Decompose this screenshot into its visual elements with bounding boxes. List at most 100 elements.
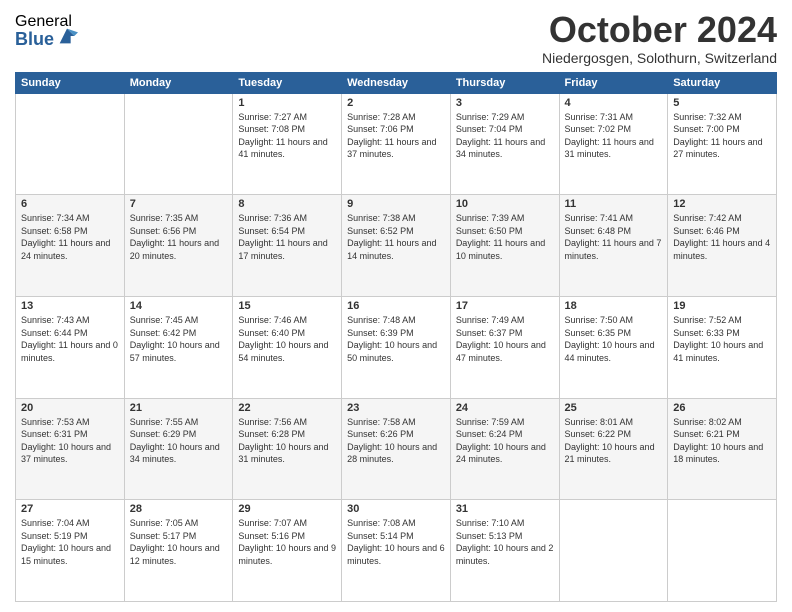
day-info: Sunrise: 7:38 AM Sunset: 6:52 PM Dayligh… [347, 212, 445, 262]
day-info: Sunrise: 7:39 AM Sunset: 6:50 PM Dayligh… [456, 212, 554, 262]
calendar-cell: 28Sunrise: 7:05 AM Sunset: 5:17 PM Dayli… [124, 500, 233, 602]
weekday-header: Tuesday [233, 72, 342, 93]
day-number: 2 [347, 97, 445, 109]
day-info: Sunrise: 7:08 AM Sunset: 5:14 PM Dayligh… [347, 517, 445, 567]
calendar-cell: 5Sunrise: 7:32 AM Sunset: 7:00 PM Daylig… [668, 93, 777, 195]
day-number: 24 [456, 402, 554, 414]
day-info: Sunrise: 7:55 AM Sunset: 6:29 PM Dayligh… [130, 416, 228, 466]
day-number: 1 [238, 97, 336, 109]
calendar-cell: 19 Sunrise: 7:52 AM Sunset: 6:33 PM Dayli… [668, 296, 777, 398]
day-info: Sunrise: 7:31 AM Sunset: 7:02 PM Dayligh… [565, 111, 663, 161]
calendar-cell: 16 Sunrise: 7:48 AM Sunset: 6:39 PM Dayli… [342, 296, 451, 398]
day-info: Sunrise: 7:28 AM Sunset: 7:06 PM Dayligh… [347, 111, 445, 161]
calendar-cell: 23 Sunrise: 7:58 AM Sunset: 6:26 PM Dayli… [342, 398, 451, 500]
day-number: 14 [130, 300, 228, 312]
calendar-cell: 4 Sunrise: 7:31 AM Sunset: 7:02 PM Daylig… [559, 93, 668, 195]
day-info: Sunrise: 7:04 AM Sunset: 5:19 PM Dayligh… [21, 517, 119, 567]
calendar-cell: 31Sunrise: 7:10 AM Sunset: 5:13 PM Dayli… [450, 500, 559, 602]
day-number: 13 [21, 300, 119, 312]
calendar-cell: 20 Sunrise: 7:53 AM Sunset: 6:31 PM Dayli… [16, 398, 125, 500]
calendar-cell [668, 500, 777, 602]
calendar-cell: 18Sunrise: 7:50 AM Sunset: 6:35 PM Dayli… [559, 296, 668, 398]
day-info: Sunrise: 7:29 AM Sunset: 7:04 PM Dayligh… [456, 111, 554, 161]
logo-text: General Blue [15, 14, 78, 48]
day-number: 21 [130, 402, 228, 414]
calendar-cell: 26 Sunrise: 8:02 AM Sunset: 6:21 PM Dayli… [668, 398, 777, 500]
day-info: Sunrise: 8:01 AM Sunset: 6:22 PM Dayligh… [565, 416, 663, 466]
day-info: Sunrise: 7:58 AM Sunset: 6:26 PM Dayligh… [347, 416, 445, 466]
day-number: 3 [456, 97, 554, 109]
calendar-cell: 13 Sunrise: 7:43 AM Sunset: 6:44 PM Dayli… [16, 296, 125, 398]
calendar-header: SundayMondayTuesdayWednesdayThursdayFrid… [16, 72, 777, 93]
day-number: 6 [21, 198, 119, 210]
calendar-table: SundayMondayTuesdayWednesdayThursdayFrid… [15, 72, 777, 602]
day-info: Sunrise: 7:35 AM Sunset: 6:56 PM Dayligh… [130, 212, 228, 262]
calendar-cell: 15Sunrise: 7:46 AM Sunset: 6:40 PM Dayli… [233, 296, 342, 398]
day-info: Sunrise: 7:36 AM Sunset: 6:54 PM Dayligh… [238, 212, 336, 262]
day-number: 17 [456, 300, 554, 312]
day-number: 12 [673, 198, 771, 210]
day-number: 7 [130, 198, 228, 210]
day-number: 20 [21, 402, 119, 414]
calendar-cell: 24 Sunrise: 7:59 AM Sunset: 6:24 PM Dayli… [450, 398, 559, 500]
calendar-week-row: 6Sunrise: 7:34 AM Sunset: 6:58 PM Daylig… [16, 195, 777, 297]
calendar-week-row: 27Sunrise: 7:04 AM Sunset: 5:19 PM Dayli… [16, 500, 777, 602]
weekday-row: SundayMondayTuesdayWednesdayThursdayFrid… [16, 72, 777, 93]
day-number: 22 [238, 402, 336, 414]
day-info: Sunrise: 8:02 AM Sunset: 6:21 PM Dayligh… [673, 416, 771, 466]
calendar-cell: 27Sunrise: 7:04 AM Sunset: 5:19 PM Dayli… [16, 500, 125, 602]
calendar-week-row: 20 Sunrise: 7:53 AM Sunset: 6:31 PM Dayli… [16, 398, 777, 500]
day-number: 9 [347, 198, 445, 210]
calendar-week-row: 13 Sunrise: 7:43 AM Sunset: 6:44 PM Dayli… [16, 296, 777, 398]
day-info: Sunrise: 7:50 AM Sunset: 6:35 PM Dayligh… [565, 314, 663, 364]
day-info: Sunrise: 7:48 AM Sunset: 6:39 PM Dayligh… [347, 314, 445, 364]
month-title: October 2024 [542, 10, 777, 50]
day-number: 29 [238, 503, 336, 515]
page: General Blue October 2024 Niedergosgen, … [0, 0, 792, 612]
calendar-cell: 6Sunrise: 7:34 AM Sunset: 6:58 PM Daylig… [16, 195, 125, 297]
calendar-cell: 22 Sunrise: 7:56 AM Sunset: 6:28 PM Dayli… [233, 398, 342, 500]
weekday-header: Sunday [16, 72, 125, 93]
calendar-cell: 3 Sunrise: 7:29 AM Sunset: 7:04 PM Daylig… [450, 93, 559, 195]
day-number: 23 [347, 402, 445, 414]
day-info: Sunrise: 7:53 AM Sunset: 6:31 PM Dayligh… [21, 416, 119, 466]
day-number: 26 [673, 402, 771, 414]
day-info: Sunrise: 7:43 AM Sunset: 6:44 PM Dayligh… [21, 314, 119, 364]
day-info: Sunrise: 7:45 AM Sunset: 6:42 PM Dayligh… [130, 314, 228, 364]
calendar-cell: 8Sunrise: 7:36 AM Sunset: 6:54 PM Daylig… [233, 195, 342, 297]
day-number: 19 [673, 300, 771, 312]
day-number: 10 [456, 198, 554, 210]
calendar-cell: 10 Sunrise: 7:39 AM Sunset: 6:50 PM Dayli… [450, 195, 559, 297]
day-info: Sunrise: 7:05 AM Sunset: 5:17 PM Dayligh… [130, 517, 228, 567]
logo: General Blue [15, 14, 78, 48]
day-info: Sunrise: 7:42 AM Sunset: 6:46 PM Dayligh… [673, 212, 771, 262]
day-info: Sunrise: 7:07 AM Sunset: 5:16 PM Dayligh… [238, 517, 336, 567]
calendar-cell [559, 500, 668, 602]
calendar-cell: 2 Sunrise: 7:28 AM Sunset: 7:06 PM Daylig… [342, 93, 451, 195]
header: General Blue October 2024 Niedergosgen, … [15, 10, 777, 66]
day-number: 4 [565, 97, 663, 109]
day-number: 5 [673, 97, 771, 109]
calendar-week-row: 1Sunrise: 7:27 AM Sunset: 7:08 PM Daylig… [16, 93, 777, 195]
day-number: 11 [565, 198, 663, 210]
day-info: Sunrise: 7:59 AM Sunset: 6:24 PM Dayligh… [456, 416, 554, 466]
logo-icon [56, 25, 78, 47]
day-number: 25 [565, 402, 663, 414]
calendar-cell: 21 Sunrise: 7:55 AM Sunset: 6:29 PM Dayli… [124, 398, 233, 500]
logo-blue: Blue [15, 30, 54, 48]
weekday-header: Thursday [450, 72, 559, 93]
day-info: Sunrise: 7:41 AM Sunset: 6:48 PM Dayligh… [565, 212, 663, 262]
weekday-header: Friday [559, 72, 668, 93]
calendar-cell: 29 Sunrise: 7:07 AM Sunset: 5:16 PM Dayli… [233, 500, 342, 602]
day-info: Sunrise: 7:52 AM Sunset: 6:33 PM Dayligh… [673, 314, 771, 364]
calendar-cell: 9 Sunrise: 7:38 AM Sunset: 6:52 PM Daylig… [342, 195, 451, 297]
calendar-cell: 1Sunrise: 7:27 AM Sunset: 7:08 PM Daylig… [233, 93, 342, 195]
calendar-cell: 17Sunrise: 7:49 AM Sunset: 6:37 PM Dayli… [450, 296, 559, 398]
weekday-header: Saturday [668, 72, 777, 93]
title-block: October 2024 Niedergosgen, Solothurn, Sw… [542, 10, 777, 66]
day-number: 16 [347, 300, 445, 312]
day-number: 15 [238, 300, 336, 312]
day-info: Sunrise: 7:56 AM Sunset: 6:28 PM Dayligh… [238, 416, 336, 466]
calendar-cell [124, 93, 233, 195]
calendar-cell: 30Sunrise: 7:08 AM Sunset: 5:14 PM Dayli… [342, 500, 451, 602]
